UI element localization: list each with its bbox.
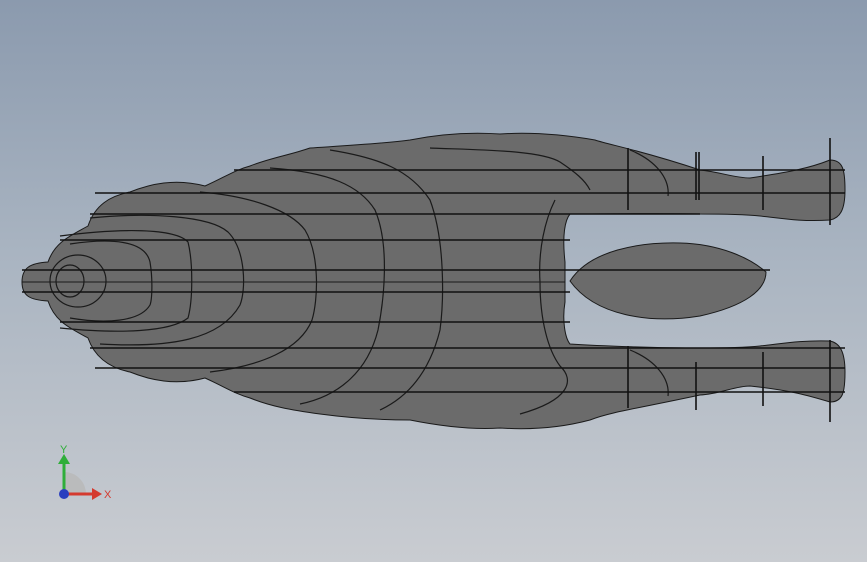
- model-seat-oval: [569, 242, 767, 320]
- y-axis-label: Y: [60, 444, 68, 456]
- x-axis-label: X: [104, 489, 112, 501]
- z-axis-icon: [59, 489, 69, 499]
- 3d-model-sofa-top-view[interactable]: [0, 0, 867, 562]
- graphics-viewport[interactable]: Y X: [0, 0, 867, 562]
- view-orientation-triad: Y X: [58, 444, 112, 501]
- x-axis-arrowhead-icon: [92, 488, 102, 500]
